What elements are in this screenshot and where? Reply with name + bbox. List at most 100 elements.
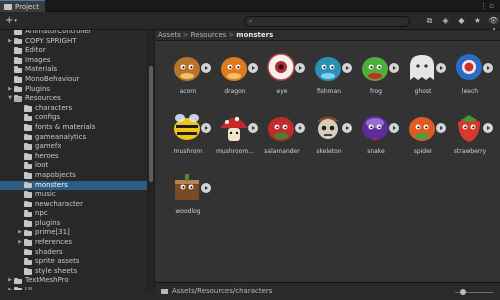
type-filter-icon[interactable]: ◈ xyxy=(440,15,451,26)
chevron-right-icon[interactable]: ▶ xyxy=(7,276,13,286)
tree-item-copy-spright[interactable]: ▶ COPY SPRIGHT xyxy=(0,37,153,47)
asset-item[interactable]: snake xyxy=(354,108,401,160)
asset-label: frog xyxy=(370,88,382,95)
tree-item-characters[interactable]: characters xyxy=(0,104,153,114)
play-icon[interactable] xyxy=(201,183,211,193)
tree-item-style-sheets[interactable]: style sheets xyxy=(0,267,153,277)
asset-label: eye xyxy=(276,88,288,95)
folder-icon xyxy=(24,152,32,160)
asset-item[interactable]: mushrom xyxy=(166,108,213,160)
play-icon[interactable] xyxy=(248,123,258,133)
breadcrumb-item[interactable]: Resources xyxy=(191,31,227,39)
asset-item[interactable]: strawberry xyxy=(448,108,495,160)
tree-item-materials[interactable]: Materials xyxy=(0,65,153,75)
asset-item[interactable]: woodlog xyxy=(166,168,213,220)
zoom-slider-handle[interactable] xyxy=(460,289,466,295)
tree-item-plugins[interactable]: plugins xyxy=(0,219,153,229)
chevron-right-icon[interactable]: ▶ xyxy=(7,37,13,47)
favorite-icon[interactable]: ★ xyxy=(472,15,483,26)
folder-icon xyxy=(24,268,32,275)
asset-item[interactable]: spider xyxy=(401,108,448,160)
play-icon[interactable] xyxy=(436,123,446,133)
breadcrumb-item[interactable]: monsters xyxy=(236,31,273,39)
tree-item-label: newcharacter xyxy=(35,199,83,208)
play-icon[interactable] xyxy=(389,123,399,133)
play-icon[interactable] xyxy=(483,63,493,73)
asset-item[interactable]: skeleton xyxy=(307,108,354,160)
window-menu-button[interactable]: ⋮ ▫ xyxy=(480,0,494,12)
chevron-right-icon[interactable]: ▶ xyxy=(17,228,23,238)
frog-icon xyxy=(358,50,392,84)
asset-item[interactable]: acorn xyxy=(166,48,213,100)
project-tab[interactable]: Project xyxy=(0,0,45,12)
tree-item-prime-31-[interactable]: ▶ prime[31] xyxy=(0,228,153,238)
tree-item-editor[interactable]: Editor xyxy=(0,46,153,56)
asset-item[interactable]: eye xyxy=(260,48,307,100)
tree-item-configs[interactable]: configs xyxy=(0,113,153,123)
toolbar-icon-group: ⧉ ◈ ◆ ★ 👁4 xyxy=(424,15,499,36)
tree-item-gamefx[interactable]: gamefx xyxy=(0,142,153,152)
tree-item-sprite-assets[interactable]: sprite assets xyxy=(0,257,153,267)
asset-item[interactable]: ghost xyxy=(401,48,448,100)
tree-item-references[interactable]: ▶ references xyxy=(0,238,153,248)
play-icon[interactable] xyxy=(248,63,258,73)
folder-icon xyxy=(24,239,32,246)
asset-label: ghost xyxy=(414,88,432,95)
play-icon[interactable] xyxy=(295,63,305,73)
tree-item-resources[interactable]: ▼ Resources xyxy=(0,94,153,104)
breadcrumb-item[interactable]: Assets xyxy=(158,31,181,39)
tree-item-animatorcontroller[interactable]: AnimatorController xyxy=(0,30,153,37)
scene-filter-icon[interactable]: ⧉ xyxy=(424,15,435,26)
chevron-right-icon[interactable]: ▶ xyxy=(17,238,23,248)
tree-item-npc[interactable]: npc xyxy=(0,209,153,219)
play-icon[interactable] xyxy=(389,63,399,73)
tree-item-label: AnimatorController xyxy=(25,30,92,35)
folder-icon xyxy=(14,76,22,83)
label-filter-icon[interactable]: ◆ xyxy=(456,15,467,26)
tree-item-shaders[interactable]: shaders xyxy=(0,248,153,258)
asset-label: spider xyxy=(413,148,433,155)
play-icon[interactable] xyxy=(201,123,211,133)
play-icon[interactable] xyxy=(201,63,211,73)
asset-item[interactable]: leech xyxy=(448,48,495,100)
play-icon[interactable] xyxy=(342,63,352,73)
tree-item-mapobjects[interactable]: mapobjects xyxy=(0,171,153,181)
folder-icon xyxy=(24,143,32,150)
tree-item-fonts-materials[interactable]: fonts & materials xyxy=(0,123,153,133)
asset-item[interactable]: fishman xyxy=(307,48,354,100)
tree-item-plugins[interactable]: ▶ Plugins xyxy=(0,85,153,95)
folder-icon xyxy=(24,191,32,198)
tree-item-heroes[interactable]: heroes xyxy=(0,152,153,162)
folder-icon xyxy=(24,104,32,112)
snake-icon xyxy=(358,110,392,144)
tree-item-gameanalytics[interactable]: gameanalytics xyxy=(0,133,153,143)
tree-item-music[interactable]: music xyxy=(0,190,153,200)
tree-item-images[interactable]: Images xyxy=(0,56,153,66)
asset-item[interactable]: salamander xyxy=(260,108,307,160)
tree-item-newcharacter[interactable]: newcharacter xyxy=(0,200,153,210)
play-icon[interactable] xyxy=(295,123,305,133)
tree-item-monsters[interactable]: monsters xyxy=(0,180,153,191)
play-icon[interactable] xyxy=(436,63,446,73)
folder-icon xyxy=(24,133,32,141)
create-asset-button[interactable]: + ▾ xyxy=(2,15,20,27)
play-icon[interactable] xyxy=(342,123,352,133)
asset-label: strawberry xyxy=(453,148,487,155)
tree-item-label: Editor xyxy=(25,46,46,55)
folder-icon xyxy=(14,277,22,285)
tree-item-label: Images xyxy=(25,55,51,64)
search-input[interactable]: ⌕ xyxy=(244,16,410,27)
tree-footer xyxy=(0,290,155,300)
play-icon[interactable] xyxy=(483,123,493,133)
asset-item[interactable]: mushroom... xyxy=(213,108,260,160)
chevron-right-icon[interactable]: ▶ xyxy=(7,85,13,95)
asset-item[interactable]: dragon xyxy=(213,48,260,100)
asset-item[interactable]: frog xyxy=(354,48,401,100)
chevron-down-icon[interactable]: ▼ xyxy=(7,94,13,104)
folder-icon xyxy=(24,210,32,218)
tree-item-monobehaviour[interactable]: MonoBehaviour xyxy=(0,75,153,85)
tree-item-textmeshpro[interactable]: ▶ TextMeshPro xyxy=(0,276,153,286)
tree-item-loot[interactable]: loot xyxy=(0,161,153,171)
hidden-count-icon[interactable]: 👁4 xyxy=(488,15,499,36)
tree-scrollbar-thumb[interactable] xyxy=(149,66,153,182)
